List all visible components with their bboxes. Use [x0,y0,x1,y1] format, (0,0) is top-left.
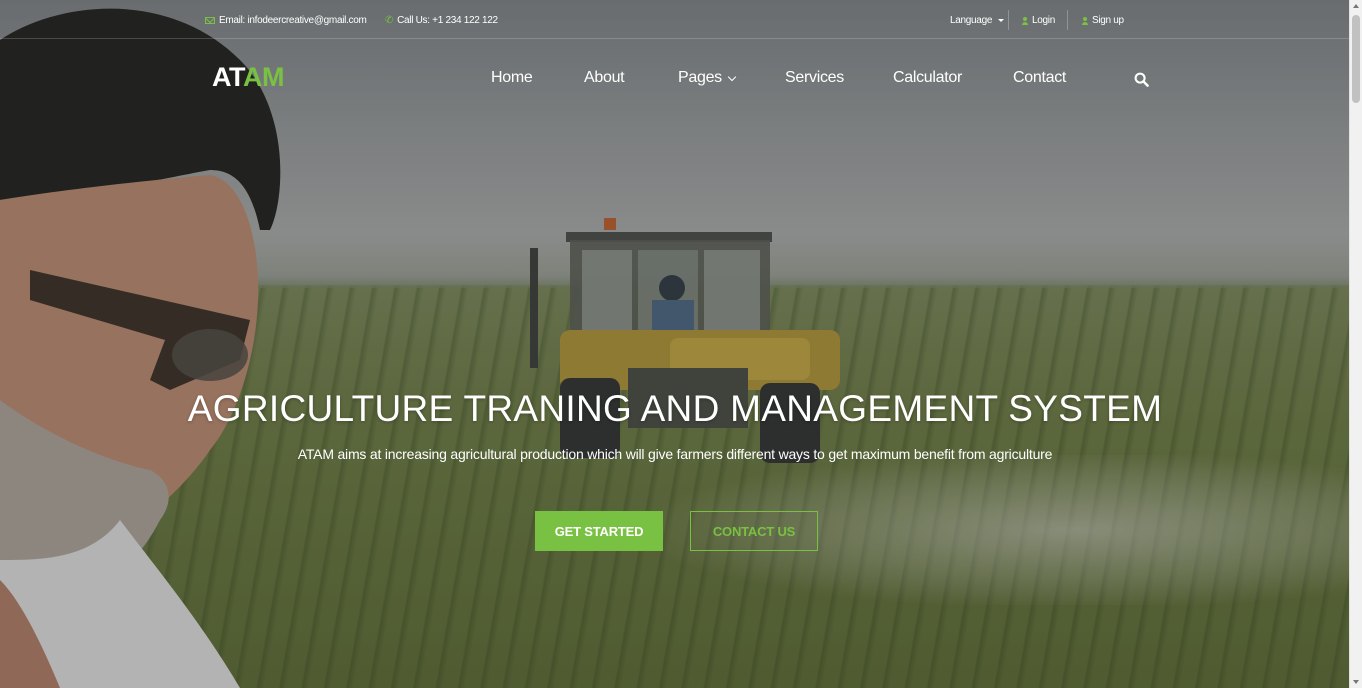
divider [1067,10,1068,30]
page: Email: infodeercreative@gmail.com ✆ Call… [0,0,1362,688]
nav-pages[interactable]: Pages [678,69,737,87]
nav-services-label: Services [785,69,844,86]
nav-contact[interactable]: Contact [1013,69,1066,87]
nav-contact-label: Contact [1013,69,1067,86]
hero-background [0,0,1350,688]
user-icon [1022,16,1028,25]
envelope-icon [205,17,215,24]
nav-home[interactable]: Home [491,69,533,87]
nav-services[interactable]: Services [785,69,844,87]
signup-link[interactable]: Sign up [1082,15,1124,26]
get-started-button[interactable]: GET STARTED [535,511,663,551]
nav-calculator-label: Calculator [893,69,963,86]
scrollbar-thumb[interactable] [1352,15,1360,103]
divider [1008,10,1009,30]
phone-contact[interactable]: ✆ Call Us: +1 234 122 122 [385,15,498,26]
hero-subtitle: ATAM aims at increasing agricultural pro… [297,446,1053,462]
logo-text-accent: AM [242,62,285,92]
hero-title: AGRICULTURE TRANING AND MANAGEMENT SYSTE… [187,388,1163,429]
login-link[interactable]: Login [1022,15,1055,26]
email-contact[interactable]: Email: infodeercreative@gmail.com [205,15,367,26]
phone-icon: ✆ [385,15,394,26]
site-logo[interactable]: ATAM [212,62,284,93]
phone-text: Call Us: +1 234 122 122 [397,15,498,26]
top-bar: Email: infodeercreative@gmail.com ✆ Call… [0,0,1350,39]
user-icon [1082,16,1088,25]
scrollbar[interactable] [1349,0,1362,688]
search-icon[interactable] [1134,72,1149,87]
language-label: Language [950,15,993,26]
nav-about-label: About [584,69,625,86]
language-dropdown[interactable]: Language [950,15,1005,26]
caret-down-icon [998,19,1005,22]
nav-calculator[interactable]: Calculator [893,69,962,87]
logo-text-primary: AT [212,62,243,92]
login-label: Login [1032,15,1055,26]
chevron-down-icon [727,72,737,81]
nav-about[interactable]: About [584,69,625,87]
hero-overlay [0,0,1350,688]
scroll-up-icon[interactable] [1353,4,1359,8]
nav-home-label: Home [491,69,533,86]
nav-pages-label: Pages [678,69,722,86]
email-text: Email: infodeercreative@gmail.com [219,15,367,26]
contact-us-button[interactable]: CONTACT US [690,511,818,551]
scroll-down-icon[interactable] [1353,680,1359,684]
signup-label: Sign up [1092,15,1124,26]
